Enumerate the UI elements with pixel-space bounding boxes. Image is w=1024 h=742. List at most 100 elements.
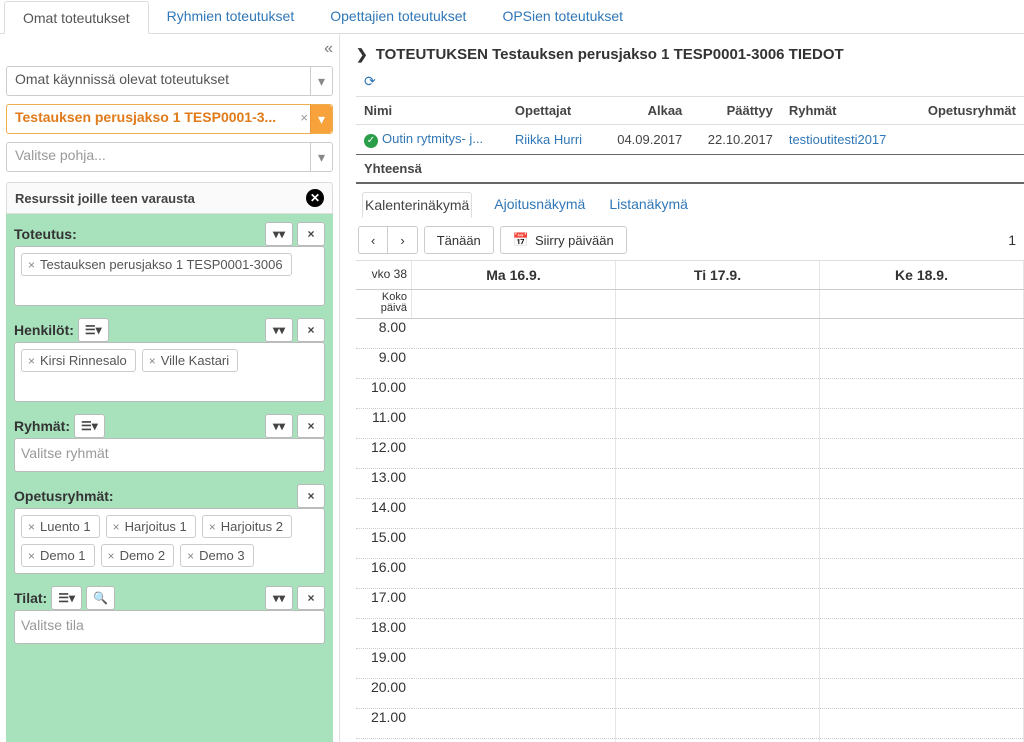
- calendar-slot[interactable]: [616, 649, 819, 679]
- calendar-slot[interactable]: [412, 319, 615, 349]
- calendar-slot[interactable]: [616, 439, 819, 469]
- select-current-impl[interactable]: Testauksen perusjakso 1 TESP0001-3... × …: [6, 104, 333, 134]
- tag-remove-icon[interactable]: ×: [209, 520, 216, 534]
- calendar-slot[interactable]: [616, 409, 819, 439]
- tag-person[interactable]: ×Ville Kastari: [142, 349, 238, 372]
- day-column[interactable]: [820, 319, 1024, 742]
- ryhmat-list-button[interactable]: ☰▾: [74, 414, 105, 438]
- calendar-slot[interactable]: [820, 349, 1023, 379]
- calendar-slot[interactable]: [412, 349, 615, 379]
- calendar-slot[interactable]: [412, 379, 615, 409]
- calendar-slot[interactable]: [616, 319, 819, 349]
- th-paattyy[interactable]: Päättyy: [690, 97, 781, 125]
- day-column[interactable]: [616, 319, 820, 742]
- calendar-slot[interactable]: [412, 649, 615, 679]
- calendar-slot[interactable]: [616, 709, 819, 739]
- clear-current-impl-icon[interactable]: ×: [300, 110, 308, 125]
- tab-teacher-impl[interactable]: Opettajien toteutukset: [312, 0, 484, 33]
- calendar-slot[interactable]: [820, 559, 1023, 589]
- toteutus-clear-button[interactable]: ×: [297, 222, 325, 246]
- calendar-slot[interactable]: [820, 499, 1023, 529]
- collapse-sidebar-icon[interactable]: «: [324, 40, 333, 58]
- ryhmat-input[interactable]: Valitse ryhmät: [14, 438, 325, 472]
- tag-opetusryhma[interactable]: ×Harjoitus 1: [106, 515, 196, 538]
- calendar-slot[interactable]: [820, 619, 1023, 649]
- next-week-button[interactable]: ›: [387, 226, 417, 254]
- caret-down-icon[interactable]: ▾: [310, 143, 332, 171]
- th-opettajat[interactable]: Opettajat: [507, 97, 600, 125]
- calendar-slot[interactable]: [820, 679, 1023, 709]
- tag-remove-icon[interactable]: ×: [28, 354, 35, 368]
- cell-ryhmat[interactable]: testioutitesti2017: [781, 125, 908, 155]
- th-ryhmat[interactable]: Ryhmät: [781, 97, 908, 125]
- calendar-slot[interactable]: [412, 439, 615, 469]
- tag-person[interactable]: ×Kirsi Rinnesalo: [21, 349, 136, 372]
- calendar-slot[interactable]: [820, 709, 1023, 739]
- allday-cell[interactable]: [820, 290, 1024, 318]
- tab-own-impl[interactable]: Omat toteutukset: [4, 1, 149, 34]
- tag-opetusryhma[interactable]: ×Luento 1: [21, 515, 100, 538]
- ryhmat-filter-button[interactable]: ▾▾: [265, 414, 293, 438]
- calendar-slot[interactable]: [412, 409, 615, 439]
- expand-icon[interactable]: ❯: [356, 46, 368, 63]
- tag-opetusryhma[interactable]: ×Demo 2: [101, 544, 175, 567]
- table-row[interactable]: ✓Outin rytmitys- j... Riikka Hurri 04.09…: [356, 125, 1024, 155]
- th-alkaa[interactable]: Alkaa: [600, 97, 691, 125]
- th-nimi[interactable]: Nimi: [356, 97, 507, 125]
- th-opetusryhmat[interactable]: Opetusryhmät: [908, 97, 1024, 125]
- tag-remove-icon[interactable]: ×: [108, 549, 115, 563]
- calendar-slot[interactable]: [412, 559, 615, 589]
- tab-group-impl[interactable]: Ryhmien toteutukset: [149, 0, 313, 33]
- day-column[interactable]: [412, 319, 616, 742]
- tilat-list-button[interactable]: ☰▾: [51, 586, 82, 610]
- calendar-slot[interactable]: [616, 379, 819, 409]
- henkilot-list-button[interactable]: ☰▾: [78, 318, 109, 342]
- refresh-icon[interactable]: ⟳: [356, 71, 1024, 96]
- tag-remove-icon[interactable]: ×: [149, 354, 156, 368]
- tilat-filter-button[interactable]: ▾▾: [265, 586, 293, 610]
- calendar-slot[interactable]: [820, 409, 1023, 439]
- opetusryhmat-clear-button[interactable]: ×: [297, 484, 325, 508]
- tab-ops-impl[interactable]: OPSien toteutukset: [484, 0, 641, 33]
- calendar-slot[interactable]: [412, 589, 615, 619]
- allday-cell[interactable]: [616, 290, 820, 318]
- calendar-slot[interactable]: [616, 679, 819, 709]
- tag-remove-icon[interactable]: ×: [187, 549, 194, 563]
- toteutus-well[interactable]: × Testauksen perusjakso 1 TESP0001-3006: [14, 246, 325, 306]
- calendar-slot[interactable]: [412, 529, 615, 559]
- tab-list-view[interactable]: Listanäkymä: [607, 192, 690, 218]
- calendar-slot[interactable]: [412, 619, 615, 649]
- tag-remove-icon[interactable]: ×: [28, 520, 35, 534]
- tab-timing-view[interactable]: Ajoitusnäkymä: [492, 192, 587, 218]
- calendar-slot[interactable]: [820, 379, 1023, 409]
- calendar-slot[interactable]: [820, 649, 1023, 679]
- calendar-slot[interactable]: [820, 469, 1023, 499]
- calendar-slot[interactable]: [820, 319, 1023, 349]
- henkilot-well[interactable]: ×Kirsi Rinnesalo ×Ville Kastari: [14, 342, 325, 402]
- select-template[interactable]: Valitse pohja... ▾: [6, 142, 333, 172]
- tag-opetusryhma[interactable]: ×Demo 1: [21, 544, 95, 567]
- henkilot-clear-button[interactable]: ×: [297, 318, 325, 342]
- ryhmat-clear-button[interactable]: ×: [297, 414, 325, 438]
- opetusryhmat-well[interactable]: ×Luento 1×Harjoitus 1×Harjoitus 2×Demo 1…: [14, 508, 325, 574]
- calendar-slot[interactable]: [616, 349, 819, 379]
- tab-calendar-view[interactable]: Kalenterinäkymä: [362, 192, 472, 218]
- day-header[interactable]: Ke 18.9.: [820, 261, 1024, 289]
- day-header[interactable]: Ti 17.9.: [616, 261, 820, 289]
- caret-down-icon[interactable]: ▾: [310, 105, 332, 133]
- prev-week-button[interactable]: ‹: [358, 226, 387, 254]
- toteutus-filter-button[interactable]: ▾▾: [265, 222, 293, 246]
- calendar-slot[interactable]: [616, 619, 819, 649]
- caret-down-icon[interactable]: ▾: [310, 67, 332, 95]
- calendar-slot[interactable]: [820, 439, 1023, 469]
- close-resources-icon[interactable]: ✕: [306, 189, 324, 207]
- henkilot-filter-button[interactable]: ▾▾: [265, 318, 293, 342]
- calendar-slot[interactable]: [616, 559, 819, 589]
- day-header[interactable]: Ma 16.9.: [412, 261, 616, 289]
- calendar-slot[interactable]: [412, 469, 615, 499]
- cell-opettajat[interactable]: Riikka Hurri: [507, 125, 600, 155]
- allday-cell[interactable]: [412, 290, 616, 318]
- tilat-clear-button[interactable]: ×: [297, 586, 325, 610]
- tag-remove-icon[interactable]: ×: [28, 549, 35, 563]
- tag-toteutus[interactable]: × Testauksen perusjakso 1 TESP0001-3006: [21, 253, 292, 276]
